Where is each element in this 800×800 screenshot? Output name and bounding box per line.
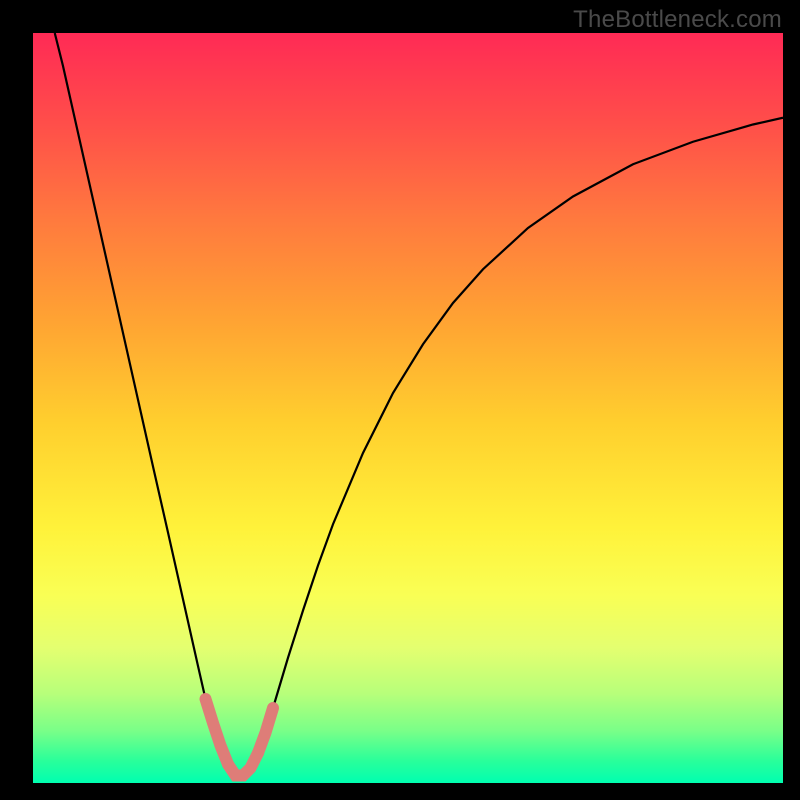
watermark-text: TheBottleneck.com — [573, 6, 782, 34]
plot-area — [33, 33, 783, 783]
curve-svg — [33, 33, 783, 783]
highlight-segment-left — [206, 699, 229, 764]
chart-stage: TheBottleneck.com — [0, 0, 800, 800]
bottleneck-curve — [55, 33, 783, 776]
highlight-segment-right — [258, 708, 273, 753]
